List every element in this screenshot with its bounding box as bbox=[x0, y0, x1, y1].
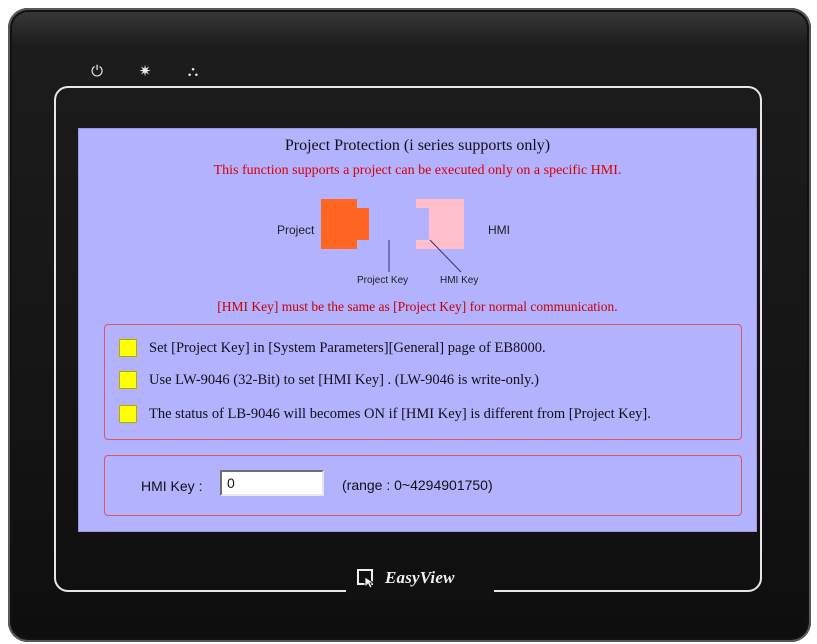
key-diagram: Project HMI Project Key HMI Key bbox=[79, 129, 756, 309]
instruction-text: Use LW-9046 (32-Bit) to set [HMI Key] . … bbox=[149, 371, 539, 388]
project-label: Project bbox=[277, 223, 315, 237]
hmi-key-range: (range : 0~4294901750) bbox=[342, 477, 493, 493]
brand-mark-icon bbox=[357, 569, 376, 588]
network-icon: ⛬ bbox=[187, 62, 199, 80]
hmi-label: HMI bbox=[488, 223, 510, 237]
power-icon: ⏻ bbox=[91, 62, 103, 80]
brand-logo: EasyView bbox=[357, 568, 455, 588]
instruction-item: Use LW-9046 (32-Bit) to set [HMI Key] . … bbox=[119, 371, 539, 389]
instruction-item: The status of LB-9046 will becomes ON if… bbox=[119, 405, 651, 423]
key-match-note: [HMI Key] must be the same as [Project K… bbox=[217, 299, 618, 314]
instruction-text: The status of LB-9046 will becomes ON if… bbox=[149, 405, 651, 422]
yellow-square-icon bbox=[119, 405, 137, 423]
instruction-text: Set [Project Key] in [System Parameters]… bbox=[149, 339, 546, 356]
hmi-key-label: HMI Key bbox=[440, 275, 479, 286]
hmi-key-box: HMI Key : 0 (range : 0~4294901750) bbox=[104, 455, 742, 516]
hmi-key-label-text: HMI Key : bbox=[141, 478, 203, 494]
project-shape bbox=[321, 199, 369, 249]
hmi-screen: Project Protection (i series supports on… bbox=[78, 128, 757, 532]
status-indicators: ⏻ ✷ ⛬ bbox=[88, 62, 202, 80]
instruction-item: Set [Project Key] in [System Parameters]… bbox=[119, 339, 546, 357]
hmi-shape bbox=[416, 199, 464, 249]
hmi-key-input[interactable]: 0 bbox=[220, 470, 324, 496]
yellow-square-icon bbox=[119, 339, 137, 357]
yellow-square-icon bbox=[119, 371, 137, 389]
project-key-label: Project Key bbox=[357, 275, 409, 286]
brand-name: EasyView bbox=[385, 568, 455, 587]
sun-icon: ✷ bbox=[138, 62, 152, 80]
instructions-box: Set [Project Key] in [System Parameters]… bbox=[104, 324, 742, 440]
